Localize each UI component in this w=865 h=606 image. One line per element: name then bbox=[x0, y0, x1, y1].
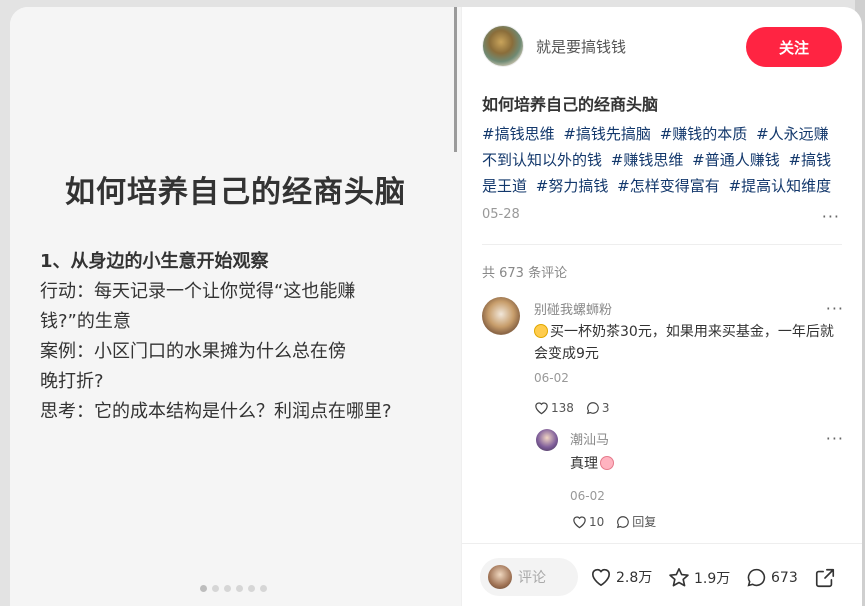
divider bbox=[482, 244, 842, 245]
slide-line: 案例：小区门口的水果摊为什么总在傍 bbox=[40, 341, 346, 362]
comment-count: 共 673 条评论 bbox=[482, 266, 568, 281]
commenter-name[interactable]: 潮汕马 bbox=[570, 429, 609, 448]
reply-count: 3 bbox=[601, 401, 610, 415]
slide-pagination bbox=[200, 585, 267, 592]
commenter-avatar[interactable] bbox=[482, 297, 520, 335]
like-total: 2.8万 bbox=[616, 570, 653, 586]
share-button[interactable] bbox=[814, 567, 840, 589]
post-more-icon[interactable]: ··· bbox=[822, 207, 840, 226]
post-title: 如何培养自己的经商头脑 bbox=[482, 95, 659, 114]
comment-text-content: 买一杯奶茶30元，如果用来买基金，一年后就会变成9元 bbox=[534, 324, 834, 362]
tag-link[interactable]: #普通人赚钱 bbox=[692, 151, 780, 169]
comment-bubble-icon bbox=[747, 568, 766, 587]
scrollbar[interactable] bbox=[454, 7, 457, 152]
author-name[interactable]: 就是要搞钱钱 bbox=[536, 36, 626, 57]
comment-bubble-icon[interactable] bbox=[616, 515, 630, 529]
like-count: 138 bbox=[551, 401, 574, 415]
slide-body: 1、从身边的小生意开始观察 行动：每天记录一个让你觉得“这也能赚 钱?”的生意 … bbox=[40, 247, 440, 427]
reply-item: 潮汕马 ··· 真理 06-02 10 回复 bbox=[536, 427, 844, 530]
like-count: 10 bbox=[589, 514, 605, 529]
follow-button[interactable]: 关注 bbox=[746, 27, 842, 67]
note-side-panel: 就是要搞钱钱 关注 如何培养自己的经商头脑 #搞钱思维 #搞钱先搞脑 #赚钱的本… bbox=[461, 7, 862, 606]
comment-more-icon[interactable]: ··· bbox=[826, 299, 844, 318]
tag-link[interactable]: #搞钱思维 bbox=[482, 125, 555, 143]
author-info[interactable]: 就是要搞钱钱 bbox=[482, 25, 626, 67]
emoji-icon bbox=[534, 324, 548, 338]
slide-line: 行动：每天记录一个让你觉得“这也能赚 bbox=[40, 281, 356, 302]
slide-line: 晚打折? bbox=[40, 371, 104, 392]
user-avatar bbox=[488, 565, 512, 589]
slide-line: 思考：它的成本结构是什么？利润点在哪里? bbox=[40, 401, 392, 422]
comment-more-icon[interactable]: ··· bbox=[826, 429, 844, 448]
tag-link[interactable]: #努力搞钱 bbox=[536, 177, 609, 195]
comment-date: 06-02 bbox=[570, 489, 605, 503]
reply-button[interactable]: 回复 bbox=[632, 513, 656, 530]
note-image-slide[interactable]: 如何培养自己的经商头脑 1、从身边的小生意开始观察 行动：每天记录一个让你觉得“… bbox=[10, 7, 461, 606]
pagination-dot[interactable] bbox=[200, 585, 207, 592]
author-avatar[interactable] bbox=[482, 25, 524, 67]
star-icon bbox=[669, 568, 689, 587]
engagement-bar: 评论 2.8万 1.9万 673 bbox=[462, 544, 862, 606]
share-icon bbox=[815, 568, 835, 588]
commenter-avatar[interactable] bbox=[536, 429, 558, 451]
tag-link[interactable]: #赚钱的本质 bbox=[660, 125, 748, 143]
like-button[interactable]: 2.8万 bbox=[590, 567, 652, 587]
comment-text-content: 真理 bbox=[570, 456, 598, 472]
collect-total: 1.9万 bbox=[694, 570, 731, 587]
post-tags: #搞钱思维 #搞钱先搞脑 #赚钱的本质 #人永远赚不到认知以外的钱 #赚钱思维 … bbox=[482, 121, 842, 199]
scrollbar-thumb[interactable] bbox=[454, 7, 457, 152]
tag-link[interactable]: #提高认知维度 bbox=[729, 177, 832, 195]
comment-placeholder: 评论 bbox=[518, 570, 546, 586]
comment-text: 真理 bbox=[570, 453, 616, 475]
comment-bubble-icon[interactable] bbox=[586, 401, 600, 415]
heart-icon[interactable] bbox=[572, 515, 587, 529]
heart-icon bbox=[591, 568, 611, 587]
heart-icon[interactable] bbox=[534, 401, 549, 415]
slide-title: 如何培养自己的经商头脑 bbox=[65, 175, 406, 210]
slide-line: 钱?”的生意 bbox=[40, 311, 131, 332]
slide-heading: 1、从身边的小生意开始观察 bbox=[40, 251, 269, 272]
pagination-dot[interactable] bbox=[224, 585, 231, 592]
comment-actions: 10 回复 bbox=[572, 513, 656, 530]
comment-input[interactable]: 评论 bbox=[480, 558, 578, 596]
pagination-dot[interactable] bbox=[212, 585, 219, 592]
comment-text: 买一杯奶茶30元，如果用来买基金，一年后就会变成9元 bbox=[534, 321, 840, 365]
tag-link[interactable]: #赚钱思维 bbox=[611, 151, 684, 169]
pagination-dot[interactable] bbox=[236, 585, 243, 592]
tag-link[interactable]: #搞钱先搞脑 bbox=[563, 125, 651, 143]
post-date: 05-28 bbox=[482, 207, 520, 222]
commenter-name[interactable]: 别碰我螺蛳粉 bbox=[534, 299, 612, 318]
comments-button[interactable]: 673 bbox=[746, 567, 798, 588]
comment-total: 673 bbox=[771, 569, 798, 586]
tag-link[interactable]: #怎样变得富有 bbox=[617, 177, 720, 195]
comment-item: 别碰我螺蛳粉 ··· 买一杯奶茶30元，如果用来买基金，一年后就会变成9元 06… bbox=[482, 297, 844, 417]
note-detail-modal: 如何培养自己的经商头脑 1、从身边的小生意开始观察 行动：每天记录一个让你觉得“… bbox=[10, 7, 862, 606]
emoji-icon bbox=[600, 456, 614, 470]
comment-date: 06-02 bbox=[534, 371, 569, 385]
pagination-dot[interactable] bbox=[248, 585, 255, 592]
collect-button[interactable]: 1.9万 bbox=[668, 567, 730, 588]
pagination-dot[interactable] bbox=[260, 585, 267, 592]
comment-actions: 138 3 bbox=[534, 401, 610, 415]
